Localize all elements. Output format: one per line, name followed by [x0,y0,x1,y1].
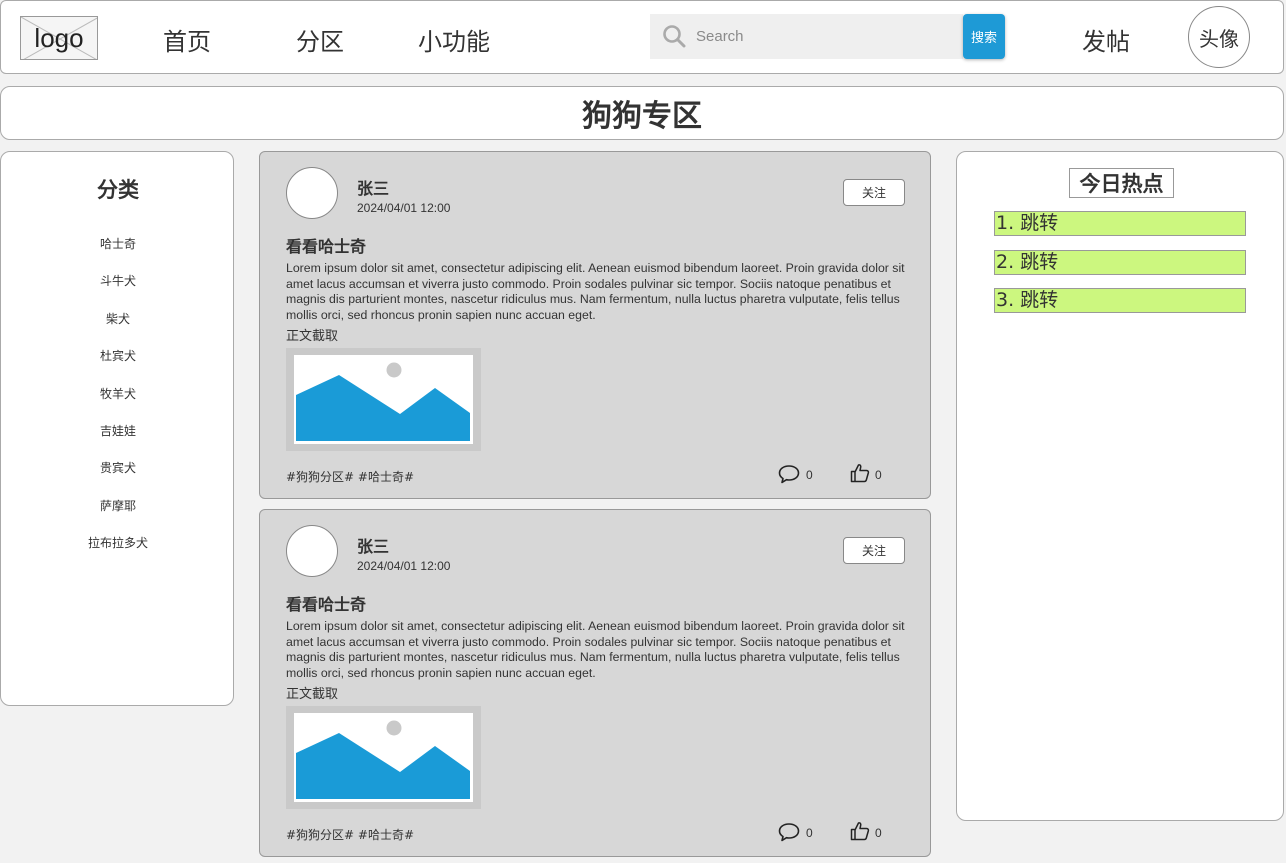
category-item[interactable]: 贵宾犬 [1,459,235,476]
nav-zones[interactable]: 分区 [296,22,344,57]
category-item[interactable]: 萨摩耶 [1,497,235,514]
like-count: 0 [875,468,882,482]
post-title[interactable]: 看看哈士奇 [286,591,366,615]
image-placeholder-icon [294,713,473,802]
like-count: 0 [875,826,882,840]
hot-topic-link[interactable]: 1. 跳转 [994,211,1246,236]
category-item[interactable]: 牧羊犬 [1,385,235,402]
author-name[interactable]: 张三 [357,175,389,199]
post-time: 2024/04/01 12:00 [357,201,451,215]
logo[interactable]: logo [20,16,98,60]
user-avatar[interactable]: 头像 [1188,6,1250,68]
post-excerpt-label: 正文截取 [286,329,339,344]
comment-count: 0 [806,826,813,840]
new-post-link[interactable]: 发帖 [1082,22,1130,57]
image-placeholder-icon [294,355,473,444]
category-sidebar: 分类 哈士奇 斗牛犬 柴犬 杜宾犬 牧羊犬 吉娃娃 贵宾犬 萨摩耶 拉布拉多犬 [0,151,234,706]
category-item[interactable]: 吉娃娃 [1,422,235,439]
follow-button[interactable]: 关注 [843,179,905,206]
nav-tools[interactable]: 小功能 [418,22,490,57]
comment-count: 0 [806,468,813,482]
author-avatar[interactable] [286,167,338,219]
post-card[interactable]: 张三 2024/04/01 12:00 关注 看看哈士奇 Lorem ipsum… [259,151,931,499]
post-tags[interactable]: #狗狗分区# #哈士奇# [286,826,414,843]
like-icon[interactable] [850,463,870,483]
hot-topic-link[interactable]: 2. 跳转 [994,250,1246,275]
category-item[interactable]: 哈士奇 [1,235,235,252]
search-button[interactable]: 搜索 [963,14,1005,59]
sidebar-title: 分类 [97,178,139,202]
category-item[interactable]: 柴犬 [1,310,235,327]
category-item[interactable]: 斗牛犬 [1,272,235,289]
post-body: Lorem ipsum dolor sit amet, consectetur … [286,261,905,322]
author-avatar[interactable] [286,525,338,577]
post-excerpt-label: 正文截取 [286,687,339,702]
post-tags[interactable]: #狗狗分区# #哈士奇# [286,468,414,485]
nav-home[interactable]: 首页 [163,22,211,57]
hot-topics-title: 今日热点 [1069,168,1174,198]
post-time: 2024/04/01 12:00 [357,559,451,573]
page-title: 狗狗专区 [582,99,702,134]
search-icon [663,25,686,48]
logo-text: logo [34,22,84,53]
author-name[interactable]: 张三 [357,533,389,557]
category-item[interactable]: 拉布拉多犬 [1,534,235,551]
post-card[interactable]: 张三 2024/04/01 12:00 关注 看看哈士奇 Lorem ipsum… [259,509,931,857]
post-title[interactable]: 看看哈士奇 [286,233,366,257]
hot-topics-panel: 今日热点 1. 跳转 2. 跳转 3. 跳转 [956,151,1284,821]
like-icon[interactable] [850,821,870,841]
post-image[interactable] [286,706,481,809]
page-title-bar: 狗狗专区 [0,86,1284,140]
search-input[interactable] [690,14,960,59]
category-item[interactable]: 杜宾犬 [1,347,235,364]
comment-icon[interactable] [778,822,800,842]
comment-icon[interactable] [778,464,800,484]
post-image[interactable] [286,348,481,451]
post-body: Lorem ipsum dolor sit amet, consectetur … [286,619,905,680]
follow-button[interactable]: 关注 [843,537,905,564]
hot-topic-link[interactable]: 3. 跳转 [994,288,1246,313]
